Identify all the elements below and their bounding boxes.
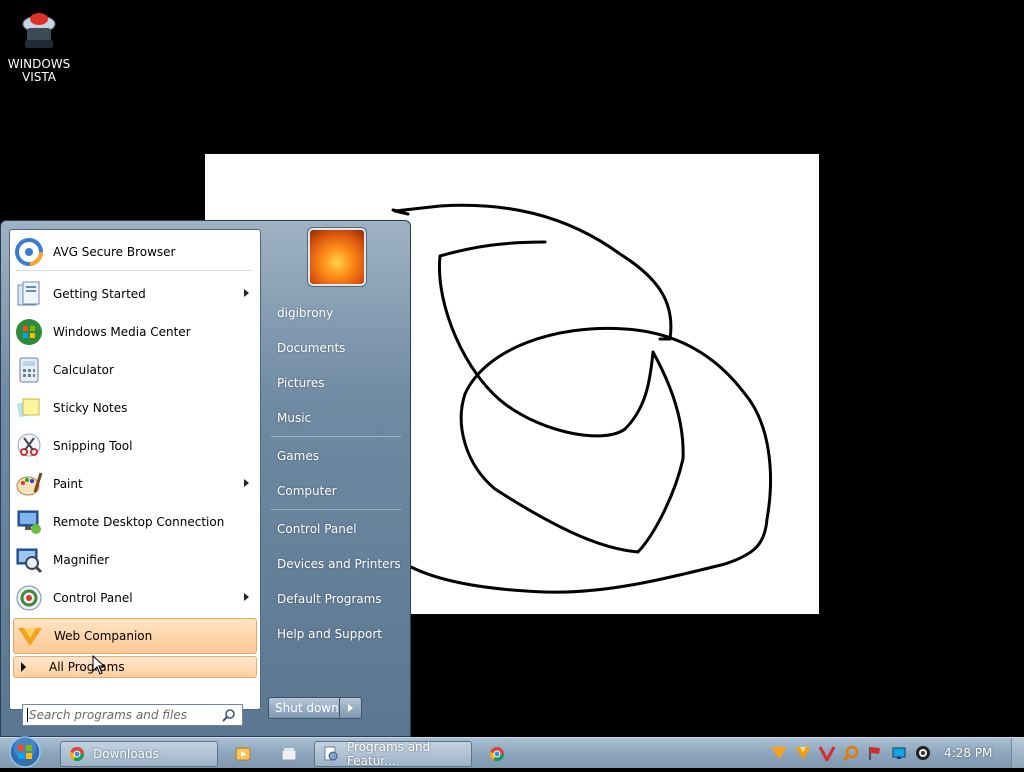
volume-camera-tray-icon[interactable] (914, 744, 932, 762)
item-label: Magnifier (53, 553, 110, 567)
taskbar-media-player-button[interactable] (228, 741, 258, 767)
avg-vpn-tray-icon[interactable] (818, 744, 836, 762)
item-label: Calculator (53, 363, 114, 377)
right-item-devices-printers[interactable]: Devices and Printers (266, 549, 404, 579)
start-button[interactable] (6, 735, 44, 769)
recent-item-magnifier[interactable]: Magnifier (13, 542, 257, 578)
submenu-arrow-icon[interactable] (244, 593, 249, 601)
taskbar-button-label: Downloads (93, 747, 159, 761)
right-item-games[interactable]: Games (266, 441, 404, 471)
item-label: Windows Media Center (53, 325, 191, 339)
search-icon[interactable] (222, 708, 236, 722)
snipping-tool-icon (14, 431, 44, 461)
web-companion-tray-icon[interactable] (770, 744, 788, 762)
calculator-icon (14, 355, 44, 385)
search-placeholder: Search programs and files (29, 708, 187, 722)
windows-logo-icon (9, 736, 41, 768)
item-label: Getting Started (53, 287, 146, 301)
windows-vista-icon (17, 6, 61, 56)
recent-item-windows-media-center[interactable]: Windows Media Center (13, 314, 257, 350)
item-label: Control Panel (53, 591, 133, 605)
right-item-pictures[interactable]: Pictures (266, 368, 404, 398)
taskbar-chrome-button[interactable] (482, 741, 512, 767)
right-pane-separator (271, 509, 401, 510)
chevron-right-icon (348, 704, 353, 712)
all-programs-button[interactable]: All Programs (13, 656, 257, 678)
right-item-computer[interactable]: Computer (266, 476, 404, 506)
item-label: Paint (53, 477, 83, 491)
chrome-icon (69, 746, 85, 762)
start-search-input[interactable]: Search programs and files (22, 704, 243, 726)
right-item-user-folder[interactable]: digibrony (266, 298, 404, 328)
search-tray-icon[interactable] (842, 744, 860, 762)
folder-icon (281, 748, 297, 761)
mouse-cursor-icon (92, 654, 106, 675)
desktop-icon-windows-vista[interactable]: WINDOWS VISTA (4, 6, 74, 84)
recent-item-control-panel[interactable]: Control Panel (13, 580, 257, 616)
magnifier-icon (14, 545, 44, 575)
item-label: AVG Secure Browser (53, 245, 176, 259)
media-player-icon (235, 747, 251, 761)
item-label: Web Companion (54, 629, 153, 643)
taskbar-button-downloads[interactable]: Downloads (60, 741, 218, 767)
system-clock[interactable]: 4:28 PM (944, 746, 992, 760)
remote-desktop-icon (14, 507, 44, 537)
sticky-notes-icon (14, 393, 44, 423)
taskbar-explorer-button[interactable] (274, 741, 304, 767)
submenu-arrow-icon[interactable] (244, 479, 249, 487)
item-label: Remote Desktop Connection (53, 515, 225, 529)
getting-started-icon (14, 279, 44, 309)
show-desktop-button[interactable] (1011, 738, 1024, 768)
recent-item-web-companion[interactable]: Web Companion (13, 618, 257, 654)
recent-item-calculator[interactable]: Calculator (13, 352, 257, 388)
item-label: Snipping Tool (53, 439, 133, 453)
media-center-icon (14, 317, 44, 347)
right-item-help-support[interactable]: Help and Support (266, 619, 404, 649)
right-pane-separator (271, 436, 401, 437)
shutdown-options-button[interactable] (340, 697, 362, 719)
recent-item-getting-started[interactable]: Getting Started (13, 276, 257, 312)
shutdown-button[interactable]: Shut down (268, 697, 340, 719)
avg-browser-icon (14, 237, 44, 267)
recent-item-remote-desktop[interactable]: Remote Desktop Connection (13, 504, 257, 540)
right-item-default-programs[interactable]: Default Programs (266, 584, 404, 614)
user-avatar[interactable] (308, 228, 366, 286)
text-caret (27, 708, 28, 722)
recent-item-sticky-notes[interactable]: Sticky Notes (13, 390, 257, 426)
taskbar-button-programs-features[interactable]: Programs and Featur... (314, 740, 472, 768)
item-label: Sticky Notes (53, 401, 128, 415)
right-item-control-panel[interactable]: Control Panel (266, 514, 404, 544)
recent-item-paint[interactable]: Paint (13, 466, 257, 502)
web-companion-icon (15, 621, 45, 651)
paint-icon (14, 469, 44, 499)
desktop-icon-label: WINDOWS VISTA (7, 57, 71, 84)
submenu-arrow-icon[interactable] (244, 289, 249, 297)
programs-features-icon (323, 746, 339, 762)
recent-item-snipping-tool[interactable]: Snipping Tool (13, 428, 257, 464)
action-center-flag-icon[interactable] (866, 744, 884, 762)
web-companion-alt-tray-icon[interactable] (794, 744, 812, 762)
right-item-documents[interactable]: Documents (266, 333, 404, 363)
all-programs-arrow-icon (21, 662, 26, 672)
chrome-icon (490, 747, 504, 761)
start-menu: AVG Secure Browser Getting Started Windo… (0, 220, 411, 737)
taskbar-button-label: Programs and Featur... (347, 740, 431, 768)
pinned-separator (16, 270, 252, 271)
network-monitor-icon[interactable] (890, 744, 908, 762)
right-item-music[interactable]: Music (266, 403, 404, 433)
start-menu-program-list: AVG Secure Browser Getting Started Windo… (9, 229, 261, 726)
pinned-item-avg-secure-browser[interactable]: AVG Secure Browser (13, 234, 257, 270)
taskbar: Downloads Programs and Featur... 4:28 PM (0, 735, 1024, 769)
control-panel-icon (14, 583, 44, 613)
all-programs-label: All Programs (49, 660, 125, 674)
